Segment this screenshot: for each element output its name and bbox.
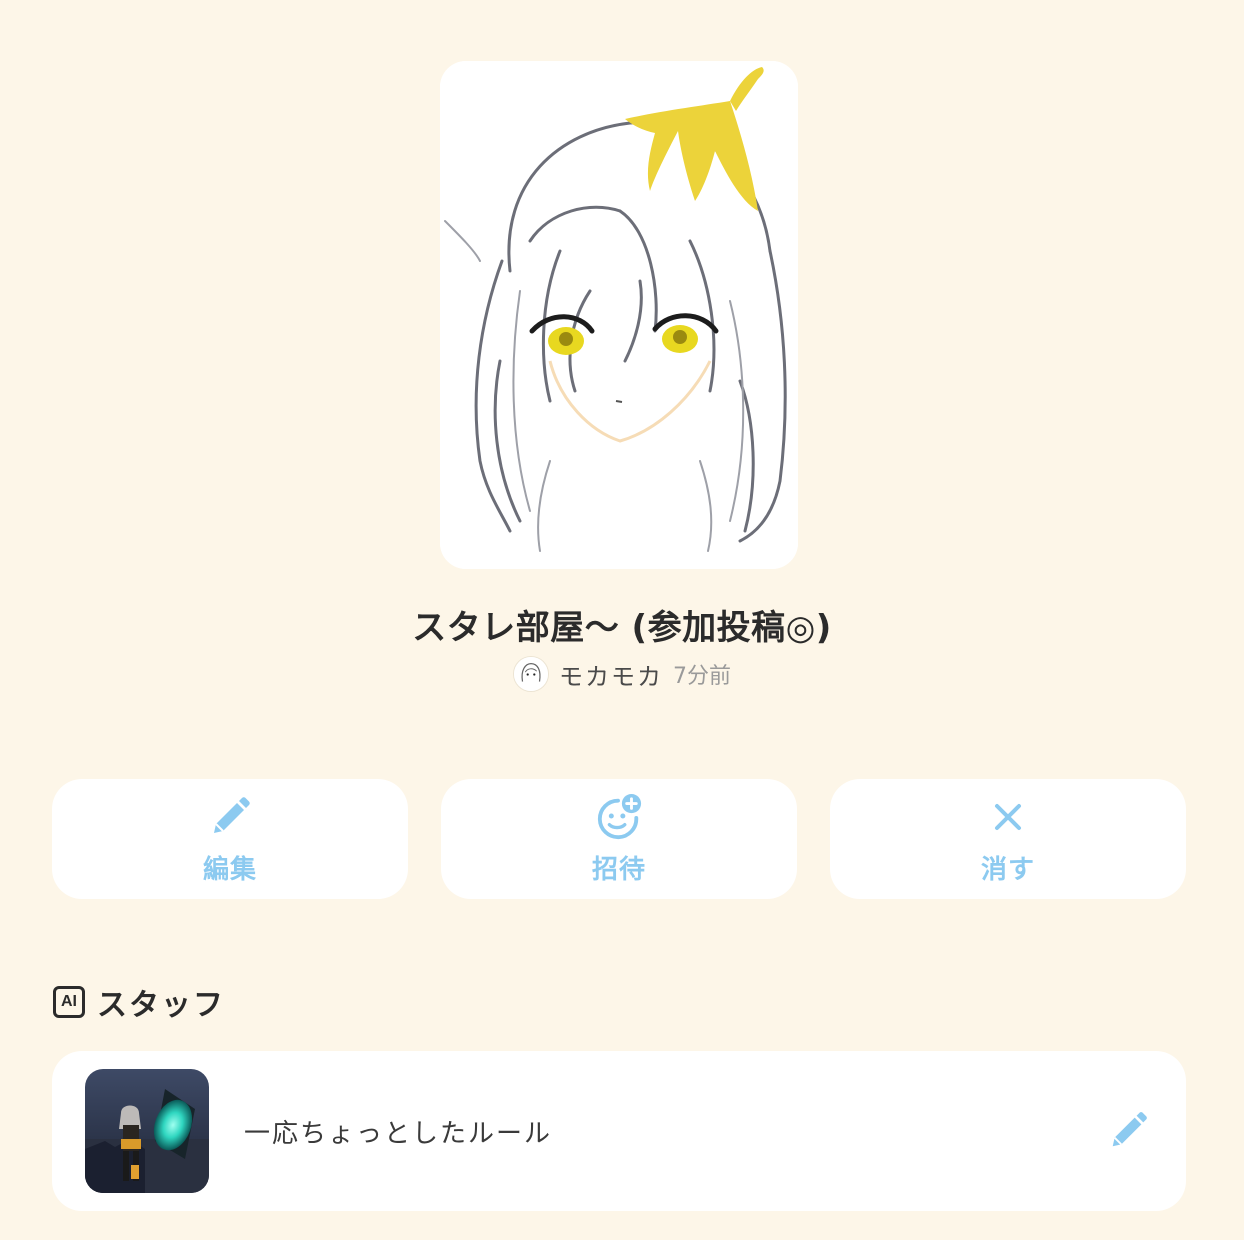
avatar-image <box>514 657 548 691</box>
pencil-icon <box>1112 1112 1147 1147</box>
post-time: 7分前 <box>673 664 731 689</box>
author-avatar[interactable] <box>513 656 549 692</box>
invite-button[interactable]: 招待 <box>441 779 797 899</box>
staff-thumbnail-image <box>85 1069 209 1193</box>
add-friend-icon <box>595 793 643 841</box>
author-row: モカモカ 7分前 <box>0 656 1244 692</box>
cover-illustration <box>440 61 798 569</box>
staff-section-title: スタッフ <box>97 988 225 1023</box>
edit-button-label: 編集 <box>202 854 257 885</box>
staff-edit-button[interactable] <box>1104 1107 1152 1155</box>
close-icon <box>984 793 1032 841</box>
staff-thumbnail <box>85 1069 209 1193</box>
author-name[interactable]: モカモカ <box>559 657 663 692</box>
staff-section-header: AI スタッフ <box>53 980 225 1024</box>
delete-button[interactable]: 消す <box>830 779 1186 899</box>
edit-button[interactable]: 編集 <box>52 779 408 899</box>
delete-button-label: 消す <box>980 854 1035 885</box>
pencil-icon <box>206 793 254 841</box>
staff-item[interactable]: 一応ちょっとしたルール <box>52 1051 1186 1211</box>
room-cover-image[interactable] <box>440 61 798 569</box>
invite-button-label: 招待 <box>591 854 646 885</box>
ai-icon: AI <box>53 986 85 1018</box>
room-title: スタレ部屋〜 (参加投稿◎) <box>412 608 832 648</box>
staff-item-name: 一応ちょっとしたルール <box>244 1118 553 1149</box>
